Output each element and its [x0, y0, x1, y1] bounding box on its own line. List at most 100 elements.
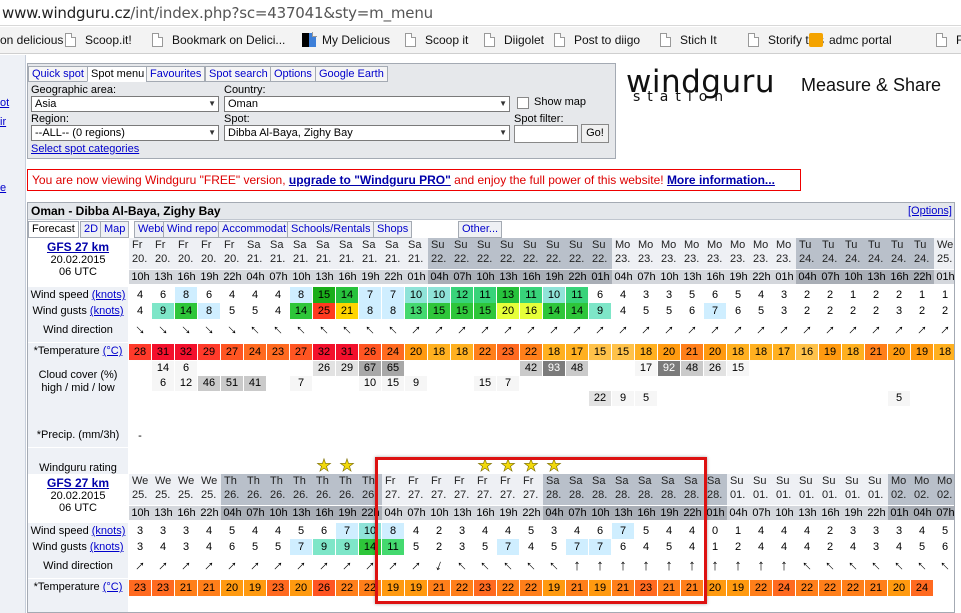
- nav-tab[interactable]: Favourites: [146, 66, 206, 82]
- cloud-cell: 12: [175, 376, 197, 391]
- cloud-cell: 6: [175, 361, 197, 376]
- wind-arrow-icon: ↑: [383, 320, 402, 339]
- nav-tab[interactable]: Google Earth: [315, 66, 388, 82]
- forecast-tab[interactable]: Other...: [458, 221, 503, 238]
- url-text[interactable]: www.windguru.cz/int/index.php?sc=437041&…: [2, 4, 433, 22]
- day-name: Sa: [247, 239, 261, 251]
- wind-gust-cell: 13: [405, 303, 427, 319]
- temperature-cell: 27: [221, 344, 243, 360]
- wind-gust-cell: 9: [589, 303, 611, 319]
- cloud-cover-label-next: [28, 595, 128, 612]
- wind-speed-cell: 15: [313, 287, 335, 303]
- day-date: 21.: [362, 253, 378, 265]
- temperature-cell: 20: [221, 580, 243, 596]
- bookmark-item[interactable]: on delicious: [0, 33, 63, 49]
- day-name: Su: [477, 239, 491, 251]
- knots-link[interactable]: (knots): [92, 525, 126, 537]
- upgrade-link[interactable]: upgrade to "Windguru PRO": [289, 173, 451, 187]
- forecast-tab[interactable]: Shops: [373, 221, 413, 238]
- temperature-cell: 18: [727, 344, 749, 360]
- left-link[interactable]: ot: [0, 97, 9, 109]
- wind-speed-cell: 4: [612, 287, 634, 303]
- wind-gust-cell: 5: [635, 303, 657, 319]
- wind-speed-cell: 8: [175, 287, 197, 303]
- day-name: Mo: [638, 239, 654, 251]
- cloud-cell: 7: [290, 376, 312, 391]
- wind-gust-cell: 3: [773, 303, 795, 319]
- temperature-cell: 18: [451, 344, 473, 360]
- day-date: 01.: [730, 489, 746, 501]
- day-name: Mo: [615, 239, 631, 251]
- select-categories-link[interactable]: Select spot categories: [31, 143, 139, 155]
- left-link[interactable]: ir: [0, 116, 6, 128]
- forecast-model-info: GFS 27 km 20.02.2015 06 UTC: [28, 238, 128, 284]
- nav-tab[interactable]: Spot menu: [87, 66, 149, 82]
- day-header: Mo 02.: [934, 474, 954, 505]
- celsius-link[interactable]: (°C): [103, 345, 123, 357]
- wind-gust-cell: 1: [704, 539, 726, 555]
- wind-speed-cell: 4: [911, 523, 933, 539]
- day-name: We: [178, 475, 195, 487]
- day-header: Su 01.: [727, 474, 750, 505]
- spot-filter-input[interactable]: [514, 125, 578, 143]
- temperature-cell: 24: [244, 344, 266, 360]
- wind-gust-cell: 4: [129, 303, 151, 319]
- nav-tab[interactable]: Spot search: [205, 66, 272, 82]
- celsius-link[interactable]: (°C): [103, 581, 123, 593]
- forecast-tab[interactable]: Map: [100, 221, 130, 238]
- wind-arrow-icon: ↑: [223, 556, 242, 575]
- left-link[interactable]: e: [0, 182, 6, 194]
- wind-gust-cell: 5: [658, 303, 680, 319]
- model-link[interactable]: GFS 27 km: [28, 240, 128, 254]
- day-header: Su 22.: [428, 238, 451, 269]
- model-link[interactable]: GFS 27 km: [28, 476, 128, 490]
- hour-cell: 19h: [842, 505, 865, 520]
- rating-star-icon: ★: [316, 456, 332, 476]
- region-select[interactable]: --ALL-- (0 regions): [31, 125, 219, 141]
- options-link[interactable]: [Options]: [908, 205, 952, 217]
- bookmark-label: Scoop it: [425, 33, 469, 47]
- day-date: 22.: [431, 253, 447, 265]
- knots-link[interactable]: (knots): [90, 305, 124, 317]
- day-name: Sa: [707, 475, 721, 487]
- wind-speed-cell: 5: [221, 523, 243, 539]
- hour-cell: 13h: [152, 269, 175, 284]
- temperature-cell: 17: [773, 344, 795, 360]
- forecast-tab[interactable]: 2D: [80, 221, 103, 238]
- geo-area-select[interactable]: Asia: [31, 96, 219, 112]
- temperature-cell: 20: [290, 580, 312, 596]
- hour-cell: 10h: [290, 269, 313, 284]
- temperature-cell: 20: [704, 580, 726, 596]
- day-date: 25.: [178, 489, 194, 501]
- wind-speed-cell: 2: [796, 287, 818, 303]
- day-date: 21.: [293, 253, 309, 265]
- page-icon: [152, 33, 163, 47]
- wind-speed-cell: 3: [842, 523, 864, 539]
- address-bar[interactable]: www.windguru.cz/int/index.php?sc=437041&…: [0, 0, 961, 26]
- forecast-tab[interactable]: Schools/Rentals: [287, 221, 375, 238]
- day-header: Su 22.: [589, 238, 612, 269]
- forecast-model-info: GFS 27 km 20.02.2015 06 UTC: [28, 474, 128, 520]
- nav-tab[interactable]: Quick spot: [28, 66, 88, 82]
- day-date: 02.: [937, 489, 953, 501]
- nav-tab[interactable]: Options: [270, 66, 316, 82]
- temperature-cell: 20: [704, 344, 726, 360]
- show-map-checkbox[interactable]: [517, 97, 529, 109]
- temperature-label: *Temperature (°C): [28, 343, 128, 360]
- day-date: 21.: [408, 253, 424, 265]
- more-info-link[interactable]: More information...: [667, 173, 775, 187]
- forecast-tab[interactable]: Forecast: [28, 221, 79, 238]
- day-name: Su: [569, 239, 583, 251]
- wind-arrow-icon: ↑: [154, 556, 173, 575]
- knots-link[interactable]: (knots): [92, 289, 126, 301]
- day-date: 23.: [776, 253, 792, 265]
- wind-arrow-icon: ↑: [820, 556, 839, 575]
- temperature-cell: 32: [175, 344, 197, 360]
- spot-select[interactable]: Dibba Al-Baya, Zighy Bay: [224, 125, 510, 141]
- go-button[interactable]: Go!: [581, 124, 609, 143]
- wind-arrow-icon: ↑: [453, 320, 472, 339]
- day-name: Tu: [914, 239, 927, 251]
- country-select[interactable]: Oman: [224, 96, 510, 112]
- day-name: Sa: [339, 239, 353, 251]
- knots-link[interactable]: (knots): [90, 541, 124, 553]
